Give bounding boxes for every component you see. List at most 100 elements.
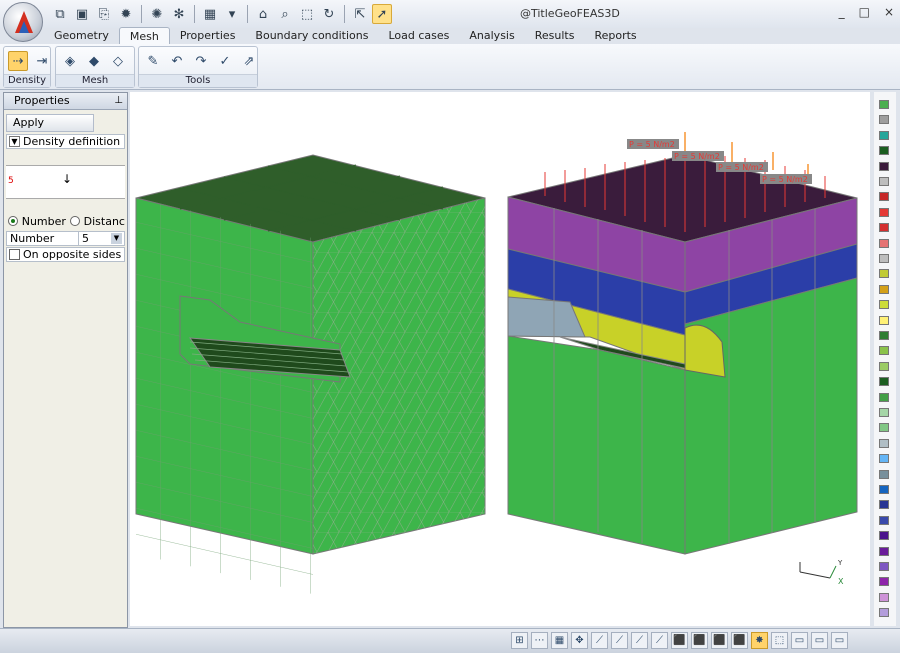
palette-swatch[interactable] bbox=[879, 438, 889, 448]
view-mode-icon-15[interactable]: ▭ bbox=[791, 632, 808, 649]
tab-analysis[interactable]: Analysis bbox=[459, 27, 524, 45]
palette-swatch[interactable] bbox=[879, 254, 889, 263]
collapse-icon[interactable]: ▼ bbox=[9, 136, 20, 147]
view-mode-icon-10[interactable]: ⬛ bbox=[691, 632, 708, 649]
palette-swatch[interactable] bbox=[879, 485, 889, 494]
palette-swatch[interactable] bbox=[879, 115, 889, 125]
view-mode-icon-3[interactable]: ▦ bbox=[551, 632, 568, 649]
palette-swatch[interactable] bbox=[879, 269, 889, 279]
distance-radio[interactable] bbox=[69, 216, 80, 226]
redo-icon[interactable]: ↷ bbox=[191, 51, 211, 71]
view-mode-icon-13[interactable]: ✸ bbox=[751, 632, 768, 649]
quick-access-icon-11[interactable]: ⬚ bbox=[297, 4, 317, 24]
palette-swatch[interactable] bbox=[879, 331, 889, 340]
view-mode-icon-5[interactable]: ⟋ bbox=[591, 632, 608, 649]
palette-swatch[interactable] bbox=[879, 161, 889, 171]
palette-swatch[interactable] bbox=[879, 500, 889, 510]
quick-access-icon-4[interactable]: ✹ bbox=[116, 4, 136, 24]
palette-swatch[interactable] bbox=[879, 469, 889, 479]
mesh-surface-icon[interactable]: ◈ bbox=[60, 51, 80, 71]
export-icon[interactable]: ⇗ bbox=[239, 51, 259, 71]
quick-access-icon-5[interactable]: ✺ bbox=[147, 4, 167, 24]
view-mode-icon-7[interactable]: ⟋ bbox=[631, 632, 648, 649]
palette-swatch[interactable] bbox=[879, 130, 889, 140]
quick-access-icon-2[interactable]: ▣ bbox=[72, 4, 92, 24]
palette-swatch[interactable] bbox=[879, 100, 889, 109]
palette-swatch[interactable] bbox=[879, 377, 889, 387]
palette-swatch[interactable] bbox=[879, 546, 889, 556]
undo-icon[interactable]: ↶ bbox=[167, 51, 187, 71]
palette-swatch[interactable] bbox=[879, 223, 889, 233]
quick-access-icon-8[interactable]: ▾ bbox=[222, 4, 242, 24]
apply-button[interactable]: Apply bbox=[6, 114, 94, 132]
palette-swatch[interactable] bbox=[879, 408, 889, 417]
tab-geometry[interactable]: Geometry bbox=[44, 27, 119, 45]
view-mode-icon-11[interactable]: ⬛ bbox=[711, 632, 728, 649]
palette-swatch[interactable] bbox=[879, 423, 889, 433]
palette-swatch[interactable] bbox=[879, 392, 889, 402]
layered-box-model[interactable]: P = 5 N/m2 P = 5 N/m2 P = 5 N/m2 P = 5 N… bbox=[507, 132, 858, 555]
close-button[interactable]: × bbox=[884, 5, 894, 19]
view-mode-icon-9[interactable]: ⬛ bbox=[671, 632, 688, 649]
palette-swatch[interactable] bbox=[879, 577, 889, 587]
view-mode-icon-14[interactable]: ⬚ bbox=[771, 632, 788, 649]
quick-access-icon-7[interactable]: ▦ bbox=[200, 4, 220, 24]
chevron-down-icon[interactable]: ▼ bbox=[111, 233, 122, 244]
palette-swatch[interactable] bbox=[879, 300, 889, 310]
quick-access-icon-14[interactable]: ➚ bbox=[372, 4, 392, 24]
meshed-box-model[interactable] bbox=[135, 154, 486, 595]
quick-access-icon-3[interactable]: ⎘ bbox=[94, 4, 114, 24]
quick-access-icon-13[interactable]: ⇱ bbox=[350, 4, 370, 24]
palette-swatch[interactable] bbox=[879, 361, 889, 371]
tab-mesh[interactable]: Mesh bbox=[118, 27, 170, 45]
palette-swatch[interactable] bbox=[879, 284, 889, 294]
palette-swatch[interactable] bbox=[879, 315, 889, 325]
density-icon[interactable]: ⇢ bbox=[8, 51, 28, 71]
quick-access-icon-9[interactable]: ⌂ bbox=[253, 4, 273, 24]
palette-swatch[interactable] bbox=[879, 592, 889, 602]
density-definition-section[interactable]: ▼ Density definition bbox=[6, 134, 125, 149]
palette-swatch[interactable] bbox=[879, 515, 889, 525]
view-mode-icon-17[interactable]: ▭ bbox=[831, 632, 848, 649]
3d-viewport[interactable]: P = 5 N/m2 P = 5 N/m2 P = 5 N/m2 P = 5 N… bbox=[130, 92, 870, 626]
palette-swatch[interactable] bbox=[879, 146, 889, 156]
mesh-volume-icon[interactable]: ◆ bbox=[84, 51, 104, 71]
minimize-button[interactable]: _ bbox=[839, 5, 845, 19]
number-radio[interactable] bbox=[8, 216, 18, 226]
tab-properties[interactable]: Properties bbox=[170, 27, 246, 45]
maximize-button[interactable]: □ bbox=[859, 5, 870, 19]
pin-icon[interactable]: ⊥ bbox=[114, 93, 123, 109]
palette-swatch[interactable] bbox=[879, 207, 889, 217]
tab-results[interactable]: Results bbox=[525, 27, 585, 45]
palette-swatch[interactable] bbox=[879, 562, 889, 571]
palette-swatch[interactable] bbox=[879, 192, 889, 202]
application-menu-button[interactable] bbox=[3, 2, 43, 42]
palette-swatch[interactable] bbox=[879, 346, 889, 356]
tab-reports[interactable]: Reports bbox=[584, 27, 646, 45]
palette-swatch[interactable] bbox=[879, 177, 889, 186]
palette-swatch[interactable] bbox=[879, 531, 889, 541]
view-mode-icon-2[interactable]: ⋯ bbox=[531, 632, 548, 649]
view-mode-icon-8[interactable]: ⟋ bbox=[651, 632, 668, 649]
tab-boundary-conditions[interactable]: Boundary conditions bbox=[245, 27, 378, 45]
quick-access-icon-12[interactable]: ↻ bbox=[319, 4, 339, 24]
view-mode-icon-4[interactable]: ✥ bbox=[571, 632, 588, 649]
view-mode-icon-12[interactable]: ⬛ bbox=[731, 632, 748, 649]
view-mode-icon-1[interactable]: ⊞ bbox=[511, 632, 528, 649]
mesh-block-icon[interactable]: ◇ bbox=[108, 51, 128, 71]
view-mode-icon-16[interactable]: ▭ bbox=[811, 632, 828, 649]
opposite-sides-checkbox[interactable] bbox=[9, 249, 20, 260]
quick-access-icon-10[interactable]: ⌕ bbox=[275, 4, 295, 24]
quick-access-icon-1[interactable]: ⧉ bbox=[50, 4, 70, 24]
eraser-icon[interactable]: ✎ bbox=[143, 51, 163, 71]
view-mode-icon-6[interactable]: ⟋ bbox=[611, 632, 628, 649]
model-view[interactable]: P = 5 N/m2 P = 5 N/m2 P = 5 N/m2 P = 5 N… bbox=[130, 92, 870, 626]
quick-access-icon-6[interactable]: ✻ bbox=[169, 4, 189, 24]
number-field[interactable]: 5 ▼ bbox=[79, 232, 124, 245]
density-endpoint-icon[interactable]: ⇥ bbox=[32, 51, 52, 71]
palette-swatch[interactable] bbox=[879, 608, 889, 618]
palette-swatch[interactable] bbox=[879, 238, 889, 248]
tab-load-cases[interactable]: Load cases bbox=[378, 27, 459, 45]
check-mesh-icon[interactable]: ✓ bbox=[215, 51, 235, 71]
palette-swatch[interactable] bbox=[879, 454, 889, 464]
